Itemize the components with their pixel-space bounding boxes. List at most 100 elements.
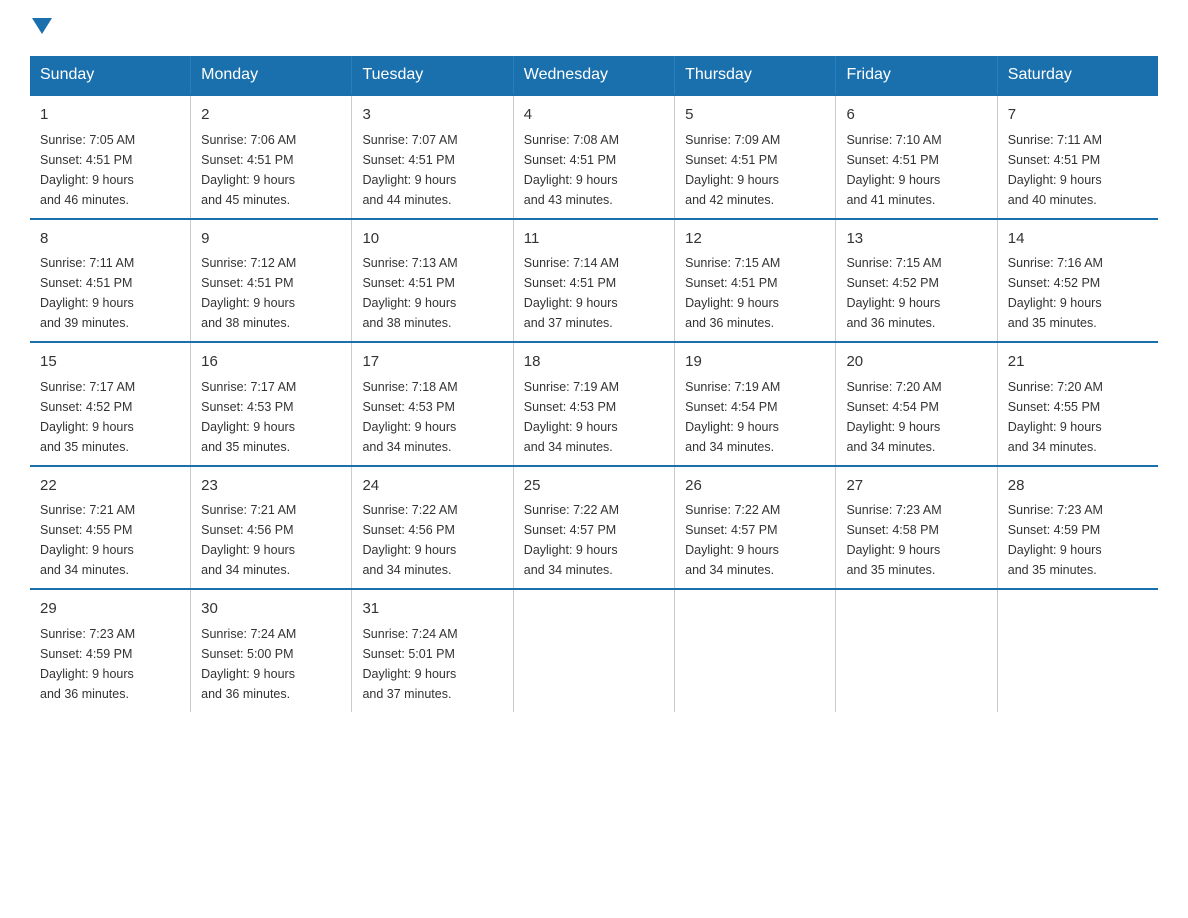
day-number: 11 — [524, 228, 664, 251]
calendar-cell: 30 Sunrise: 7:24 AMSunset: 5:00 PMDaylig… — [191, 589, 352, 712]
day-info: Sunrise: 7:15 AMSunset: 4:52 PMDaylight:… — [846, 256, 941, 330]
day-info: Sunrise: 7:22 AMSunset: 4:57 PMDaylight:… — [685, 503, 780, 577]
day-number: 12 — [685, 228, 825, 251]
week-row-5: 29 Sunrise: 7:23 AMSunset: 4:59 PMDaylig… — [30, 589, 1158, 712]
day-number: 22 — [40, 475, 180, 498]
calendar-cell: 3 Sunrise: 7:07 AMSunset: 4:51 PMDayligh… — [352, 95, 513, 219]
day-number: 4 — [524, 104, 664, 127]
day-number: 8 — [40, 228, 180, 251]
day-number: 1 — [40, 104, 180, 127]
day-number: 27 — [846, 475, 986, 498]
day-info: Sunrise: 7:19 AMSunset: 4:54 PMDaylight:… — [685, 380, 780, 454]
calendar-cell: 21 Sunrise: 7:20 AMSunset: 4:55 PMDaylig… — [997, 342, 1158, 466]
day-info: Sunrise: 7:22 AMSunset: 4:57 PMDaylight:… — [524, 503, 619, 577]
week-row-4: 22 Sunrise: 7:21 AMSunset: 4:55 PMDaylig… — [30, 466, 1158, 590]
day-info: Sunrise: 7:13 AMSunset: 4:51 PMDaylight:… — [362, 256, 457, 330]
calendar-cell: 16 Sunrise: 7:17 AMSunset: 4:53 PMDaylig… — [191, 342, 352, 466]
day-info: Sunrise: 7:18 AMSunset: 4:53 PMDaylight:… — [362, 380, 457, 454]
day-info: Sunrise: 7:23 AMSunset: 4:59 PMDaylight:… — [40, 627, 135, 701]
calendar-cell: 8 Sunrise: 7:11 AMSunset: 4:51 PMDayligh… — [30, 219, 191, 343]
calendar-cell: 1 Sunrise: 7:05 AMSunset: 4:51 PMDayligh… — [30, 95, 191, 219]
day-info: Sunrise: 7:20 AMSunset: 4:55 PMDaylight:… — [1008, 380, 1103, 454]
calendar-cell: 15 Sunrise: 7:17 AMSunset: 4:52 PMDaylig… — [30, 342, 191, 466]
day-info: Sunrise: 7:20 AMSunset: 4:54 PMDaylight:… — [846, 380, 941, 454]
calendar-cell: 6 Sunrise: 7:10 AMSunset: 4:51 PMDayligh… — [836, 95, 997, 219]
day-number: 23 — [201, 475, 341, 498]
day-info: Sunrise: 7:14 AMSunset: 4:51 PMDaylight:… — [524, 256, 619, 330]
calendar-cell: 18 Sunrise: 7:19 AMSunset: 4:53 PMDaylig… — [513, 342, 674, 466]
calendar-cell: 10 Sunrise: 7:13 AMSunset: 4:51 PMDaylig… — [352, 219, 513, 343]
calendar-cell: 7 Sunrise: 7:11 AMSunset: 4:51 PMDayligh… — [997, 95, 1158, 219]
calendar-cell: 11 Sunrise: 7:14 AMSunset: 4:51 PMDaylig… — [513, 219, 674, 343]
day-info: Sunrise: 7:10 AMSunset: 4:51 PMDaylight:… — [846, 133, 941, 207]
header-friday: Friday — [836, 56, 997, 95]
day-number: 26 — [685, 475, 825, 498]
calendar-cell — [997, 589, 1158, 712]
calendar-cell: 2 Sunrise: 7:06 AMSunset: 4:51 PMDayligh… — [191, 95, 352, 219]
calendar-table: SundayMondayTuesdayWednesdayThursdayFrid… — [30, 56, 1158, 712]
day-info: Sunrise: 7:05 AMSunset: 4:51 PMDaylight:… — [40, 133, 135, 207]
day-info: Sunrise: 7:24 AMSunset: 5:00 PMDaylight:… — [201, 627, 296, 701]
calendar-cell: 5 Sunrise: 7:09 AMSunset: 4:51 PMDayligh… — [675, 95, 836, 219]
calendar-cell: 20 Sunrise: 7:20 AMSunset: 4:54 PMDaylig… — [836, 342, 997, 466]
header-saturday: Saturday — [997, 56, 1158, 95]
calendar-cell: 12 Sunrise: 7:15 AMSunset: 4:51 PMDaylig… — [675, 219, 836, 343]
calendar-cell: 29 Sunrise: 7:23 AMSunset: 4:59 PMDaylig… — [30, 589, 191, 712]
day-number: 31 — [362, 598, 502, 621]
day-number: 5 — [685, 104, 825, 127]
day-number: 30 — [201, 598, 341, 621]
day-number: 16 — [201, 351, 341, 374]
calendar-cell: 23 Sunrise: 7:21 AMSunset: 4:56 PMDaylig… — [191, 466, 352, 590]
day-number: 15 — [40, 351, 180, 374]
week-row-2: 8 Sunrise: 7:11 AMSunset: 4:51 PMDayligh… — [30, 219, 1158, 343]
day-number: 28 — [1008, 475, 1148, 498]
day-number: 13 — [846, 228, 986, 251]
day-number: 6 — [846, 104, 986, 127]
day-number: 2 — [201, 104, 341, 127]
day-number: 7 — [1008, 104, 1148, 127]
day-number: 20 — [846, 351, 986, 374]
day-info: Sunrise: 7:23 AMSunset: 4:58 PMDaylight:… — [846, 503, 941, 577]
day-info: Sunrise: 7:23 AMSunset: 4:59 PMDaylight:… — [1008, 503, 1103, 577]
calendar-cell: 25 Sunrise: 7:22 AMSunset: 4:57 PMDaylig… — [513, 466, 674, 590]
day-info: Sunrise: 7:16 AMSunset: 4:52 PMDaylight:… — [1008, 256, 1103, 330]
day-info: Sunrise: 7:11 AMSunset: 4:51 PMDaylight:… — [1008, 133, 1102, 207]
calendar-cell: 19 Sunrise: 7:19 AMSunset: 4:54 PMDaylig… — [675, 342, 836, 466]
calendar-cell: 26 Sunrise: 7:22 AMSunset: 4:57 PMDaylig… — [675, 466, 836, 590]
day-info: Sunrise: 7:09 AMSunset: 4:51 PMDaylight:… — [685, 133, 780, 207]
day-number: 25 — [524, 475, 664, 498]
calendar-cell: 24 Sunrise: 7:22 AMSunset: 4:56 PMDaylig… — [352, 466, 513, 590]
day-info: Sunrise: 7:11 AMSunset: 4:51 PMDaylight:… — [40, 256, 134, 330]
calendar-cell: 14 Sunrise: 7:16 AMSunset: 4:52 PMDaylig… — [997, 219, 1158, 343]
calendar-cell: 28 Sunrise: 7:23 AMSunset: 4:59 PMDaylig… — [997, 466, 1158, 590]
calendar-cell — [675, 589, 836, 712]
day-number: 19 — [685, 351, 825, 374]
day-info: Sunrise: 7:17 AMSunset: 4:53 PMDaylight:… — [201, 380, 296, 454]
header-sunday: Sunday — [30, 56, 191, 95]
day-info: Sunrise: 7:08 AMSunset: 4:51 PMDaylight:… — [524, 133, 619, 207]
header-tuesday: Tuesday — [352, 56, 513, 95]
day-number: 21 — [1008, 351, 1148, 374]
header-monday: Monday — [191, 56, 352, 95]
calendar-cell: 31 Sunrise: 7:24 AMSunset: 5:01 PMDaylig… — [352, 589, 513, 712]
week-row-3: 15 Sunrise: 7:17 AMSunset: 4:52 PMDaylig… — [30, 342, 1158, 466]
day-info: Sunrise: 7:12 AMSunset: 4:51 PMDaylight:… — [201, 256, 296, 330]
calendar-cell: 22 Sunrise: 7:21 AMSunset: 4:55 PMDaylig… — [30, 466, 191, 590]
day-number: 9 — [201, 228, 341, 251]
day-info: Sunrise: 7:21 AMSunset: 4:56 PMDaylight:… — [201, 503, 296, 577]
day-number: 29 — [40, 598, 180, 621]
calendar-cell: 17 Sunrise: 7:18 AMSunset: 4:53 PMDaylig… — [352, 342, 513, 466]
logo-triangle-icon — [32, 18, 52, 34]
day-number: 14 — [1008, 228, 1148, 251]
calendar-cell: 9 Sunrise: 7:12 AMSunset: 4:51 PMDayligh… — [191, 219, 352, 343]
calendar-cell: 4 Sunrise: 7:08 AMSunset: 4:51 PMDayligh… — [513, 95, 674, 219]
day-info: Sunrise: 7:24 AMSunset: 5:01 PMDaylight:… — [362, 627, 457, 701]
day-info: Sunrise: 7:15 AMSunset: 4:51 PMDaylight:… — [685, 256, 780, 330]
calendar-cell: 27 Sunrise: 7:23 AMSunset: 4:58 PMDaylig… — [836, 466, 997, 590]
header-wednesday: Wednesday — [513, 56, 674, 95]
day-info: Sunrise: 7:21 AMSunset: 4:55 PMDaylight:… — [40, 503, 135, 577]
day-info: Sunrise: 7:07 AMSunset: 4:51 PMDaylight:… — [362, 133, 457, 207]
day-info: Sunrise: 7:19 AMSunset: 4:53 PMDaylight:… — [524, 380, 619, 454]
day-info: Sunrise: 7:06 AMSunset: 4:51 PMDaylight:… — [201, 133, 296, 207]
day-number: 10 — [362, 228, 502, 251]
